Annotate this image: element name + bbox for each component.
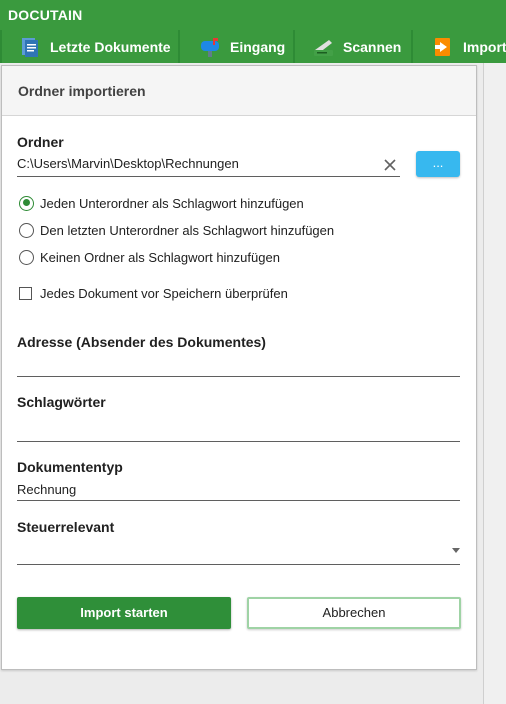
tab-label: Importi	[463, 38, 506, 55]
recent-documents-icon	[18, 35, 42, 59]
tax-relevant-underline	[17, 564, 460, 565]
doctype-input[interactable]: Rechnung	[17, 482, 76, 497]
side-scroll-area	[483, 63, 506, 704]
clear-icon[interactable]	[380, 155, 400, 175]
folder-underline	[17, 176, 400, 177]
radio-unchecked-icon	[19, 249, 34, 265]
tab-label: Scannen	[343, 38, 402, 55]
radio-checked-icon	[19, 195, 34, 211]
panel-title: Ordner importieren	[18, 83, 146, 99]
panel-header: Ordner importieren	[2, 66, 476, 116]
tab-importieren[interactable]: Importi	[413, 30, 506, 63]
keywords-underline	[17, 441, 460, 442]
scanner-icon	[311, 35, 335, 59]
checkbox-icon	[19, 286, 32, 300]
tab-letzte-dokumente[interactable]: Letzte Dokumente	[2, 30, 178, 63]
tab-label: Eingang	[230, 38, 286, 55]
mailbox-icon	[198, 35, 222, 59]
radio-label: Keinen Ordner als Schlagwort hinzufügen	[40, 249, 280, 265]
tax-relevant-label: Steuerrelevant	[17, 519, 115, 535]
address-label: Adresse (Absender des Dokumentes)	[17, 334, 266, 350]
tab-eingang[interactable]: Eingang	[180, 30, 293, 63]
radio-label: Den letzten Unterordner als Schlagwort h…	[40, 222, 335, 238]
folder-path-input[interactable]: C:\Users\Marvin\Desktop\Rechnungen	[17, 156, 239, 171]
radio-unchecked-icon	[19, 222, 34, 238]
doctype-label: Dokumententyp	[17, 459, 123, 475]
tab-label: Letzte Dokumente	[50, 38, 171, 55]
checkbox-label: Jedes Dokument vor Speichern überprüfen	[40, 285, 288, 301]
radio-each-subfolder[interactable]: Jeden Unterordner als Schlagwort hinzufü…	[19, 194, 304, 212]
title-bar: DOCUTAIN	[0, 0, 506, 30]
cancel-button[interactable]: Abbrechen	[247, 597, 461, 629]
tab-scannen[interactable]: Scannen	[295, 30, 411, 63]
radio-last-subfolder[interactable]: Den letzten Unterordner als Schlagwort h…	[19, 221, 334, 239]
folder-label: Ordner	[17, 134, 64, 150]
app-title: DOCUTAIN	[8, 7, 83, 23]
check-before-save-checkbox[interactable]: Jedes Dokument vor Speichern überprüfen	[19, 284, 288, 302]
radio-label: Jeden Unterordner als Schlagwort hinzufü…	[40, 195, 304, 211]
browse-folder-button[interactable]: ...	[416, 151, 460, 177]
import-start-button[interactable]: Import starten	[17, 597, 231, 629]
import-icon	[431, 35, 455, 59]
address-underline	[17, 376, 460, 377]
radio-no-folder[interactable]: Keinen Ordner als Schlagwort hinzufügen	[19, 248, 280, 266]
doctype-underline	[17, 500, 460, 501]
chevron-down-icon[interactable]	[452, 548, 460, 553]
keywords-label: Schlagwörter	[17, 394, 106, 410]
tab-bar: Letzte Dokumente Eingang Scannen Importi	[0, 30, 506, 63]
